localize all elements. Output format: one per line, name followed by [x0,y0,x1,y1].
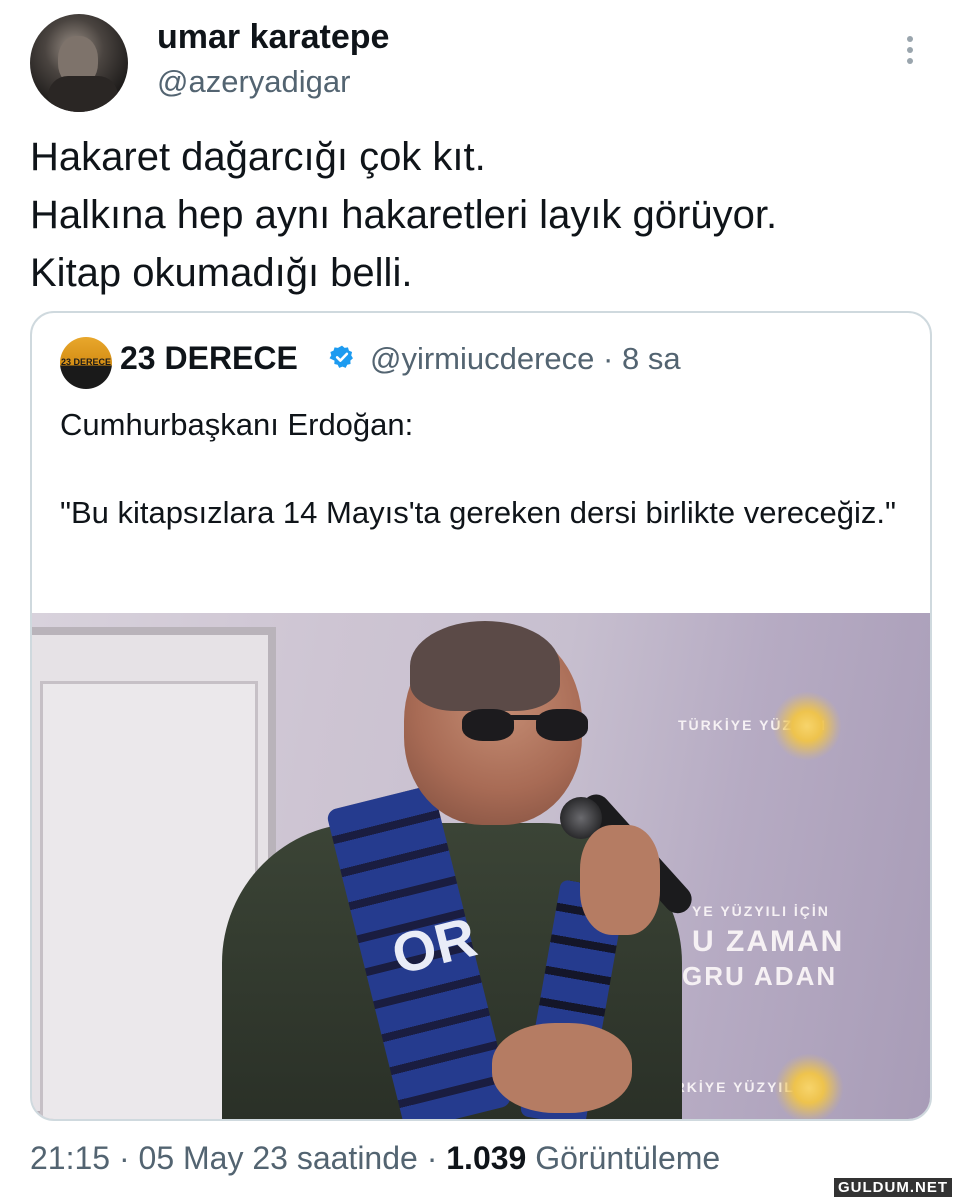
banner-text: GRU ADAN [682,961,838,991]
more-vertical-icon[interactable] [898,36,922,76]
quoted-text-line: "Bu kitapsızlara 14 Mayıs'ta gereken der… [60,495,897,530]
views-count: 1.039 [446,1140,527,1176]
quoted-avatar[interactable]: 23 DERECE [60,337,112,389]
quoted-photo[interactable]: TÜRKİYE YÜZYILI YE YÜZYILI İÇİN U ZAMAN … [32,613,930,1119]
sunglasses [462,705,590,745]
quoted-text: Cumhurbaşkanı Erdoğan: "Bu kitapsızlara … [60,403,910,535]
ak-party-logo [772,691,842,761]
watermark: GULDUM.NET [834,1178,952,1197]
banner-text: YE YÜZYILI İÇİN [692,903,830,919]
person-hand [492,1023,632,1113]
person-hair [410,621,560,711]
tweet-line: Kitap okumadığı belli. [30,251,413,295]
ak-party-logo [774,1053,844,1119]
quoted-author-name[interactable]: 23 DERECE [120,340,298,377]
banner-text: U ZAMAN [692,925,845,958]
verified-badge-icon [329,345,353,368]
tweet-text: Hakaret dağarcığı çok kıt. Halkına hep a… [30,128,777,302]
person-hand [580,825,660,935]
author-avatar[interactable] [30,14,128,112]
quoted-avatar-text: 23 DERECE [60,357,112,367]
author-name[interactable]: umar karatepe [157,18,389,57]
views-label: Görüntüleme [526,1140,721,1176]
quoted-text-line: Cumhurbaşkanı Erdoğan: [60,407,414,442]
timestamp-text[interactable]: 21:15 · 05 May 23 saatinde · [30,1140,446,1176]
tweet-line: Hakaret dağarcığı çok kıt. [30,135,486,179]
quoted-tweet-card[interactable]: 23 DERECE 23 DERECE @yirmiucderece · 8 s… [30,311,932,1121]
tweet-line: Halkına hep aynı hakaretleri layık görüy… [30,193,778,237]
tweet-timestamp[interactable]: 21:15 · 05 May 23 saatinde · 1.039 Görün… [30,1140,720,1177]
avatar-arm [48,76,118,112]
author-handle[interactable]: @azeryadigar [157,64,350,100]
quoted-meta[interactable]: @yirmiucderece · 8 sa [370,341,681,377]
